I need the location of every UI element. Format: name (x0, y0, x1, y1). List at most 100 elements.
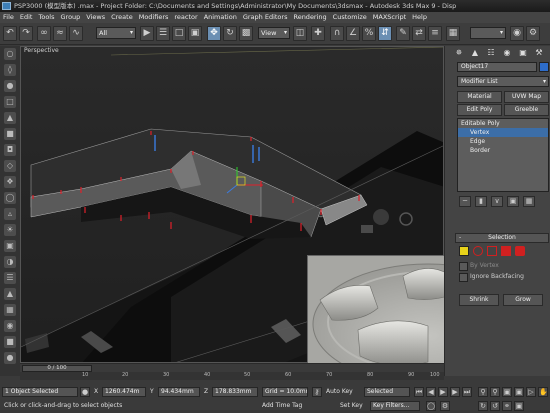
tool-4-icon[interactable]: □ (4, 96, 16, 108)
timeline-track[interactable]: 10 20 30 40 50 60 70 80 90 100 (20, 372, 444, 380)
modifier-stack[interactable]: Editable Poly Vertex Edge Border (457, 118, 549, 192)
unlink-icon[interactable]: ≈ (53, 26, 67, 41)
selection-region-icon[interactable]: □ (172, 26, 186, 41)
lock-selection-icon[interactable]: ● (80, 387, 90, 397)
tool-3-icon[interactable]: ● (4, 80, 16, 92)
select-by-name-icon[interactable]: ☰ (156, 26, 170, 41)
tool-6-icon[interactable]: ■ (4, 128, 16, 140)
shrink-button[interactable]: Shrink (459, 294, 499, 306)
select-manipulate-icon[interactable]: ✚ (311, 26, 325, 41)
tool-2-icon[interactable]: ◊ (4, 64, 16, 76)
tool-8-icon[interactable]: ◇ (4, 160, 16, 172)
auto-key-button[interactable]: Auto Key (326, 386, 353, 398)
object-name-field[interactable]: Object17 (457, 62, 537, 72)
x-coordinate-field[interactable]: 1260.474m (102, 387, 146, 397)
render-scene-icon[interactable]: ⚙ (526, 26, 540, 41)
spinner-snap-icon[interactable]: ⇵ (378, 26, 392, 41)
zoom-extents-icon[interactable]: ▣ (502, 387, 512, 397)
add-time-tag-button[interactable]: Add Time Tag (262, 400, 302, 412)
uvw-map-button[interactable]: UVW Map (504, 91, 549, 103)
tool-7-icon[interactable]: ◘ (4, 144, 16, 156)
reference-coordinate-dropdown[interactable]: View (258, 27, 290, 39)
modifier-list-dropdown[interactable]: Modifier List (457, 76, 549, 87)
stack-item-editable-poly[interactable]: Editable Poly (458, 119, 548, 128)
menu-help[interactable]: Help (409, 12, 430, 23)
select-scale-icon[interactable]: ▩ (239, 26, 253, 41)
menu-graph-editors[interactable]: Graph Editors (240, 12, 291, 23)
menu-group[interactable]: Group (58, 12, 84, 23)
menu-rendering[interactable]: Rendering (290, 12, 329, 23)
selection-filter-dropdown[interactable]: All (96, 27, 136, 39)
menu-animation[interactable]: Animation (201, 12, 240, 23)
by-vertex-checkbox[interactable]: By Vertex (459, 261, 547, 271)
stack-item-edge[interactable]: Edge (458, 137, 548, 146)
select-object-icon[interactable]: ▶ (140, 26, 154, 41)
hierarchy-tab-icon[interactable]: ☷ (485, 48, 497, 58)
key-mode-toggle-icon[interactable]: ◯ (426, 401, 436, 411)
play-icon[interactable]: ▶ (438, 387, 448, 397)
tool-5-icon[interactable]: ▲ (4, 112, 16, 124)
tool-19-icon[interactable]: ■ (4, 336, 16, 348)
key-mode-dropdown[interactable]: Selected (364, 387, 410, 397)
go-to-end-icon[interactable]: ⏭ (462, 387, 472, 397)
go-to-start-icon[interactable]: ⏮ (414, 387, 424, 397)
tool-17-icon[interactable]: ▦ (4, 304, 16, 316)
tool-12-icon[interactable]: ☀ (4, 224, 16, 236)
min-max-toggle-icon[interactable]: ▣ (514, 401, 524, 411)
next-frame-icon[interactable]: ▶ (450, 387, 460, 397)
zoom-icon[interactable]: ⚲ (478, 387, 488, 397)
tool-9-icon[interactable]: ❖ (4, 176, 16, 188)
display-tab-icon[interactable]: ▣ (517, 48, 529, 58)
menu-modifiers[interactable]: Modifiers (136, 12, 172, 23)
time-slider-thumb[interactable]: 0 / 100 (22, 365, 92, 372)
window-crossing-icon[interactable]: ▣ (188, 26, 202, 41)
percent-snap-icon[interactable]: % (362, 26, 376, 41)
tool-10-icon[interactable]: ◯ (4, 192, 16, 204)
angle-snap-icon[interactable]: ∠ (346, 26, 360, 41)
field-of-view-icon[interactable]: ▷ (526, 387, 536, 397)
menu-customize[interactable]: Customize (330, 12, 370, 23)
ignore-backfacing-checkbox[interactable]: Ignore Backfacing (459, 272, 547, 282)
edit-poly-button[interactable]: Edit Poly (457, 104, 502, 116)
tool-15-icon[interactable]: ☰ (4, 272, 16, 284)
menu-edit[interactable]: Edit (17, 12, 36, 23)
utilities-tab-icon[interactable]: ⚒ (533, 48, 545, 58)
key-icon[interactable]: ⚷ (312, 387, 322, 397)
grow-button[interactable]: Grow (503, 294, 543, 306)
viewport-label[interactable]: Perspective (24, 47, 59, 54)
menu-views[interactable]: Views (83, 12, 108, 23)
tool-20-icon[interactable]: ● (4, 352, 16, 364)
modify-tab-icon[interactable]: ▲ (469, 48, 481, 58)
menu-reactor[interactable]: reactor (171, 12, 200, 23)
tool-16-icon[interactable]: ▲ (4, 288, 16, 300)
layer-manager-icon[interactable]: ▦ (446, 26, 460, 41)
zoom-all-icon[interactable]: ⚲ (490, 387, 500, 397)
configure-sets-icon[interactable]: ▦ (523, 196, 535, 207)
object-color-swatch[interactable] (539, 62, 549, 72)
greeble-button[interactable]: Greeble (504, 104, 549, 116)
show-end-result-icon[interactable]: ▮ (475, 196, 487, 207)
time-slider[interactable]: 0 / 100 (20, 363, 444, 372)
bind-spacewarp-icon[interactable]: ∿ (69, 26, 83, 41)
tool-14-icon[interactable]: ◑ (4, 256, 16, 268)
tool-18-icon[interactable]: ◉ (4, 320, 16, 332)
select-rotate-icon[interactable]: ↻ (223, 26, 237, 41)
edge-mode-icon[interactable] (473, 246, 483, 256)
pin-stack-icon[interactable]: ─ (459, 196, 471, 207)
link-icon[interactable]: ∞ (37, 26, 51, 41)
menu-create[interactable]: Create (108, 12, 136, 23)
stack-item-vertex[interactable]: Vertex (458, 128, 548, 137)
pivot-center-icon[interactable]: ◫ (293, 26, 307, 41)
named-selection-sets-icon[interactable]: ✎ (396, 26, 410, 41)
tool-1-icon[interactable]: ○ (4, 48, 16, 60)
make-unique-icon[interactable]: ∨ (491, 196, 503, 207)
material-editor-icon[interactable]: ◉ (510, 26, 524, 41)
orbit-selected-icon[interactable]: ↺ (490, 401, 500, 411)
select-move-icon[interactable]: ✥ (207, 26, 221, 41)
material-button[interactable]: Material (457, 91, 502, 103)
redo-icon[interactable]: ↷ (19, 26, 33, 41)
element-mode-icon[interactable] (515, 246, 525, 256)
tool-13-icon[interactable]: ▣ (4, 240, 16, 252)
motion-tab-icon[interactable]: ◉ (501, 48, 513, 58)
previous-frame-icon[interactable]: ◀ (426, 387, 436, 397)
